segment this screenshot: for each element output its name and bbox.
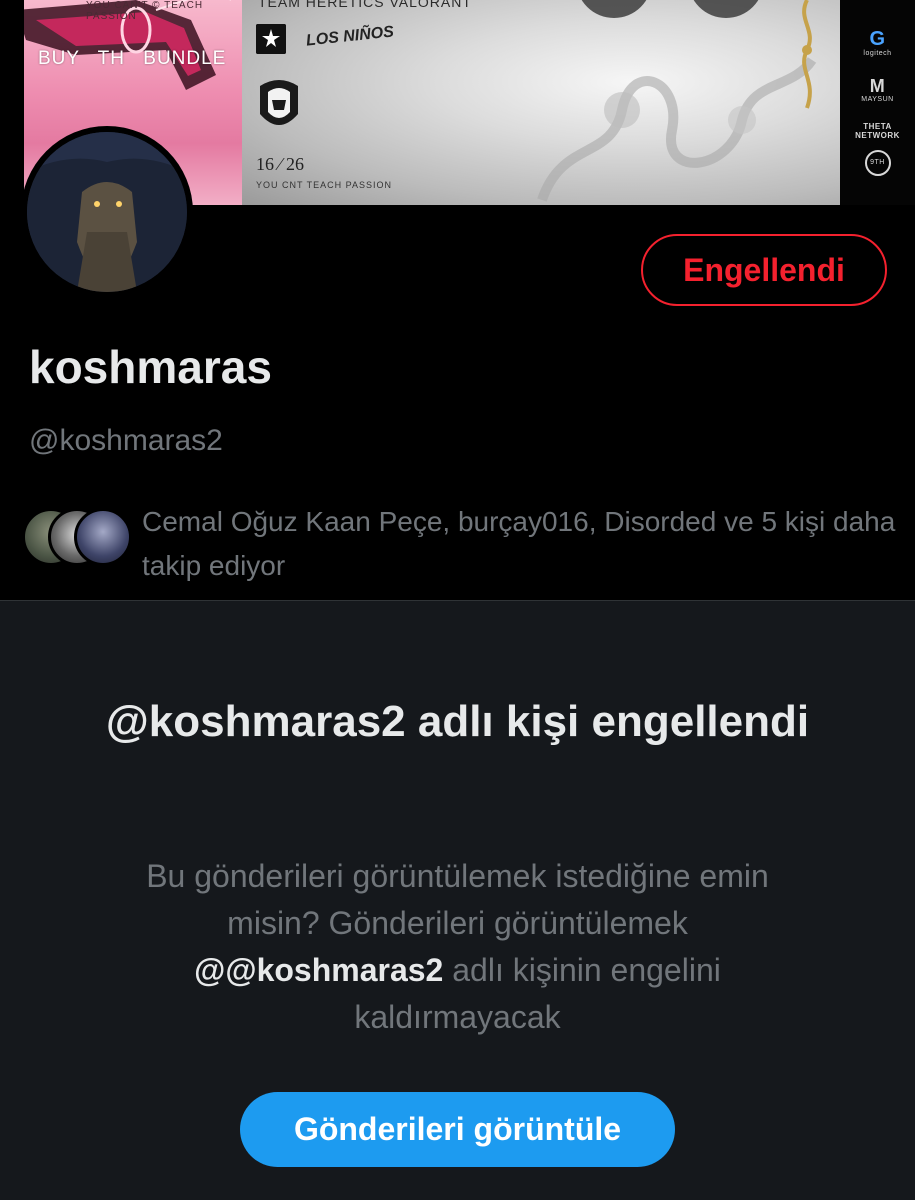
gold-ornament-icon [802, 0, 812, 109]
baroque-ornament-icon [537, 56, 817, 202]
promo-tagline: YOU CAN'T © TEACH PASSION [86, 0, 204, 22]
team-title: TEAM HERETICS VALORANT [258, 0, 472, 10]
sponsor-logitech: logitech [863, 50, 892, 57]
blocked-description: Bu gönderileri görüntülemek istediğine e… [0, 853, 915, 1041]
buy-bundle-text: BUY TH BUNDLE [38, 48, 227, 69]
follower-avatar [74, 508, 132, 566]
sponsor-maysun: MAYSUN [861, 96, 894, 103]
blocked-notice-panel: @koshmaras2 adlı kişi engellendi Bu gönd… [0, 601, 915, 1200]
avatar-image [27, 132, 187, 292]
followers-avatar-stack[interactable] [22, 508, 132, 570]
banner-team-panel: TEAM HERETICS VALORANT LOS NIÑOS 16 ⁄ 26… [242, 0, 840, 205]
followed-by-text[interactable]: Cemal Oğuz Kaan Peçe, burçay016, Disorde… [142, 500, 902, 588]
sponsor-strip: G logitech M MAYSUN THETA NETWORK 9TH [840, 0, 915, 205]
sponsor-theta: THETA NETWORK [855, 122, 900, 140]
profile-handle: @koshmaras2 [29, 424, 223, 457]
sponsor-los-ninos: LOS NIÑOS [305, 23, 395, 50]
match-date: 16 ⁄ 26 [256, 154, 305, 174]
logitech-logo-icon: G logitech [840, 28, 915, 57]
blocked-desc-prefix: Bu gönderileri görüntülemek istediğine e… [146, 858, 769, 941]
banner-circle-left [576, 0, 652, 18]
banner-circle-right [688, 0, 764, 18]
blocked-button[interactable]: Engellendi [641, 234, 887, 306]
maysun-logo-icon: M MAYSUN [840, 76, 915, 103]
blocked-title: @koshmaras2 adlı kişi engellendi [0, 689, 915, 755]
display-name: koshmaras [29, 341, 272, 393]
match-tagline: YOU CNT TEACH PASSION [256, 180, 393, 190]
team-heretics-logo-icon [260, 80, 298, 125]
blocked-title-text: @koshmaras2 adlı kişi engellendi [105, 697, 810, 746]
sponsor-9th: 9TH [864, 150, 891, 176]
sponsor-star-icon [256, 24, 286, 54]
theta-logo-icon: THETA NETWORK [840, 122, 915, 140]
profile-avatar[interactable] [21, 126, 193, 298]
blocked-desc-handle: @@koshmaras2 [194, 952, 444, 988]
view-posts-button[interactable]: Gönderileri görüntüle [240, 1092, 675, 1167]
ninth-logo-icon: 9TH [840, 150, 915, 176]
cheetah-image-icon [27, 132, 187, 292]
